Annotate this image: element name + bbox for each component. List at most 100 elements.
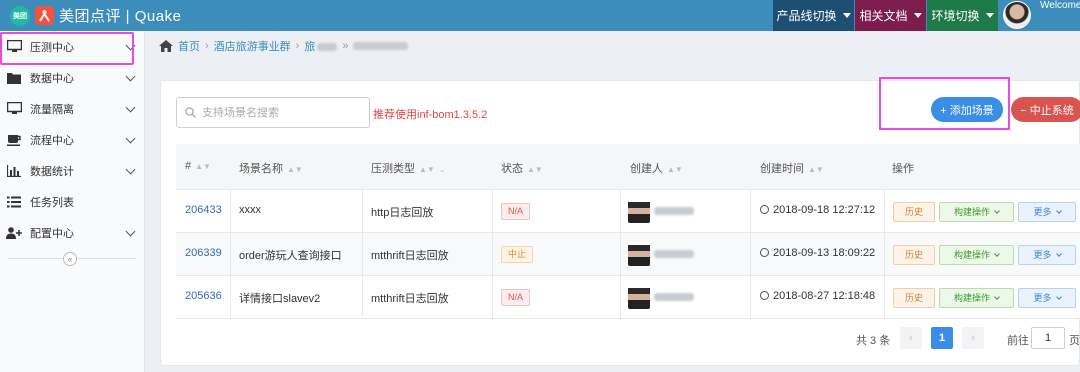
created-time: 2018-09-13 18:09:22 xyxy=(760,247,875,259)
sidebar-item-label: 配置中心 xyxy=(30,227,74,240)
column-header-id[interactable]: # ▲▼ xyxy=(185,160,211,172)
sidebar-collapse-button[interactable]: « xyxy=(63,252,77,266)
env-switch-label: 环境切换 xyxy=(931,9,980,23)
breadcrumb-separator: › xyxy=(295,40,300,52)
history-button[interactable]: 历史 xyxy=(893,245,935,265)
scene-type: mtthrift日志回放 xyxy=(371,250,449,262)
user-avatar[interactable] xyxy=(1003,1,1031,29)
scene-type: mtthrift日志回放 xyxy=(371,293,449,305)
breadcrumb-level2-link[interactable]: 旅 xyxy=(304,38,338,54)
history-button[interactable]: 历史 xyxy=(893,288,935,308)
user-plus-icon xyxy=(6,226,22,240)
brand-logo[interactable]: 美团 美团点评 | Quake xyxy=(0,0,181,31)
home-icon xyxy=(159,40,173,52)
pagination-page-unit: 页 xyxy=(1069,335,1080,347)
history-button[interactable]: 历史 xyxy=(893,202,935,222)
scene-type: http日志回放 xyxy=(371,207,434,219)
scene-id-link[interactable]: 205636 xyxy=(185,290,222,302)
column-header-status[interactable]: 状态 ▲▼ xyxy=(501,160,543,176)
clock-icon xyxy=(760,248,769,257)
pagination-page-1[interactable]: 1 xyxy=(931,327,953,349)
column-header-name[interactable]: 场景名称 ▲▼ xyxy=(239,160,303,176)
scene-search-box[interactable] xyxy=(176,97,370,128)
pagination-total: 共 3 条 xyxy=(856,335,891,347)
creator-cell xyxy=(628,242,694,266)
more-actions-button[interactable]: 更多 xyxy=(1018,202,1076,222)
breadcrumb-current-redacted xyxy=(353,42,409,50)
brand-name: 美团点评 | Quake xyxy=(59,8,182,25)
column-header-creator[interactable]: 创建人 ▲▼ xyxy=(630,160,683,176)
chevron-down-icon xyxy=(125,133,136,144)
stop-system-button[interactable]: − 中止系统 xyxy=(1011,97,1080,122)
add-scene-button[interactable]: + 添加场景 xyxy=(931,97,1003,122)
creator-name-redacted xyxy=(654,293,694,301)
creator-name-redacted xyxy=(654,207,694,215)
related-docs-menu[interactable]: 相关文档 xyxy=(855,0,926,31)
pagination-next-button[interactable]: › xyxy=(962,327,984,349)
sort-icon: ▲▼ xyxy=(527,164,543,174)
scene-id-link[interactable]: 206433 xyxy=(185,204,222,216)
build-actions-button[interactable]: 构建操作 xyxy=(939,288,1014,308)
sidebar-item-traffic-isolation[interactable]: 流量隔离 xyxy=(0,93,145,124)
search-icon xyxy=(185,107,196,118)
created-time: 2018-09-18 12:27:12 xyxy=(760,204,875,216)
sort-icon: ▲▼ xyxy=(808,164,824,174)
sidebar-item-label: 流程中心 xyxy=(30,134,74,147)
scene-search-input[interactable] xyxy=(202,106,367,119)
clock-icon xyxy=(760,291,769,300)
sidebar-item-process-center[interactable]: 流程中心 xyxy=(0,124,145,155)
build-actions-button[interactable]: 构建操作 xyxy=(939,245,1014,265)
chevron-down-icon xyxy=(994,294,1000,300)
avatar xyxy=(628,199,650,223)
dianping-logo-icon xyxy=(35,6,54,25)
caret-down-icon xyxy=(842,13,851,18)
sort-icon: ▲▼ xyxy=(195,161,211,171)
chevron-down-icon xyxy=(1055,251,1062,257)
pagination-goto-input[interactable]: 1 xyxy=(1031,327,1065,349)
pagination-goto-label: 前往 xyxy=(1007,335,1029,347)
scene-name: 详情接口slavev2 xyxy=(239,293,321,305)
monitor-icon xyxy=(6,102,22,116)
more-actions-button[interactable]: 更多 xyxy=(1018,245,1076,265)
product-line-switch-label: 产品线切换 xyxy=(776,9,837,23)
table-row: 206433 xxxx http日志回放 N/A 2018-09-18 12:2… xyxy=(176,190,1080,233)
meituan-logo-icon: 美团 xyxy=(10,5,30,26)
column-header-actions: 操作 xyxy=(892,163,914,175)
scene-name: order游玩人查询接口 xyxy=(239,250,342,262)
more-actions-button[interactable]: 更多 xyxy=(1018,288,1076,308)
sidebar-item-data-center[interactable]: 数据中心 xyxy=(0,62,145,93)
breadcrumb-separator: › xyxy=(205,40,209,52)
sort-icon: ▲▼ xyxy=(667,164,683,174)
breadcrumb-separator: » xyxy=(342,40,349,52)
status-badge: N/A xyxy=(501,203,531,220)
related-docs-label: 相关文档 xyxy=(859,9,908,23)
env-switch-menu[interactable]: 环境切换 xyxy=(927,0,998,31)
chevron-down-icon xyxy=(125,102,136,113)
column-header-type[interactable]: 压测类型 ▲▼ ⌄ xyxy=(371,160,446,176)
chevron-down-icon xyxy=(1055,208,1062,214)
chevron-down-icon xyxy=(1055,294,1062,300)
sidebar-item-label: 任务列表 xyxy=(30,196,74,209)
sort-icon: ▲▼ xyxy=(287,164,303,174)
sidebar-item-label: 数据统计 xyxy=(30,165,74,178)
table-row: 205636 详情接口slavev2 mtthrift日志回放 N/A 2018… xyxy=(176,276,1080,319)
annotation-highlight-box xyxy=(0,32,134,65)
clock-icon xyxy=(760,205,769,214)
sort-icon: ▲▼ xyxy=(419,164,435,174)
breadcrumb-home-link[interactable]: 首页 xyxy=(178,38,200,54)
created-time: 2018-08-27 12:18:48 xyxy=(760,290,875,302)
chevron-down-icon xyxy=(994,208,1000,214)
sidebar-item-task-list[interactable]: 任务列表 xyxy=(0,186,145,217)
scene-id-link[interactable]: 206339 xyxy=(185,247,222,259)
welcome-text: Welcome xyxy=(1040,0,1080,11)
version-hint-text: 推荐使用inf-bom1.3.5.2 xyxy=(373,109,488,121)
sidebar-item-data-statistics[interactable]: 数据统计 xyxy=(0,155,145,186)
build-actions-button[interactable]: 构建操作 xyxy=(939,202,1014,222)
folder-icon xyxy=(6,71,22,85)
column-header-created-time[interactable]: 创建时间 ▲▼ xyxy=(760,160,824,176)
sidebar: 压测中心 数据中心 流量隔离 流程中心 数据统计 任务列表 配置中心 « xyxy=(0,31,145,372)
sidebar-item-config-center[interactable]: 配置中心 xyxy=(0,217,145,248)
pagination-prev-button[interactable]: ‹ xyxy=(900,327,922,349)
breadcrumb-business-group-link[interactable]: 酒店旅游事业群 xyxy=(214,38,291,54)
product-line-switch-menu[interactable]: 产品线切换 xyxy=(773,0,854,31)
